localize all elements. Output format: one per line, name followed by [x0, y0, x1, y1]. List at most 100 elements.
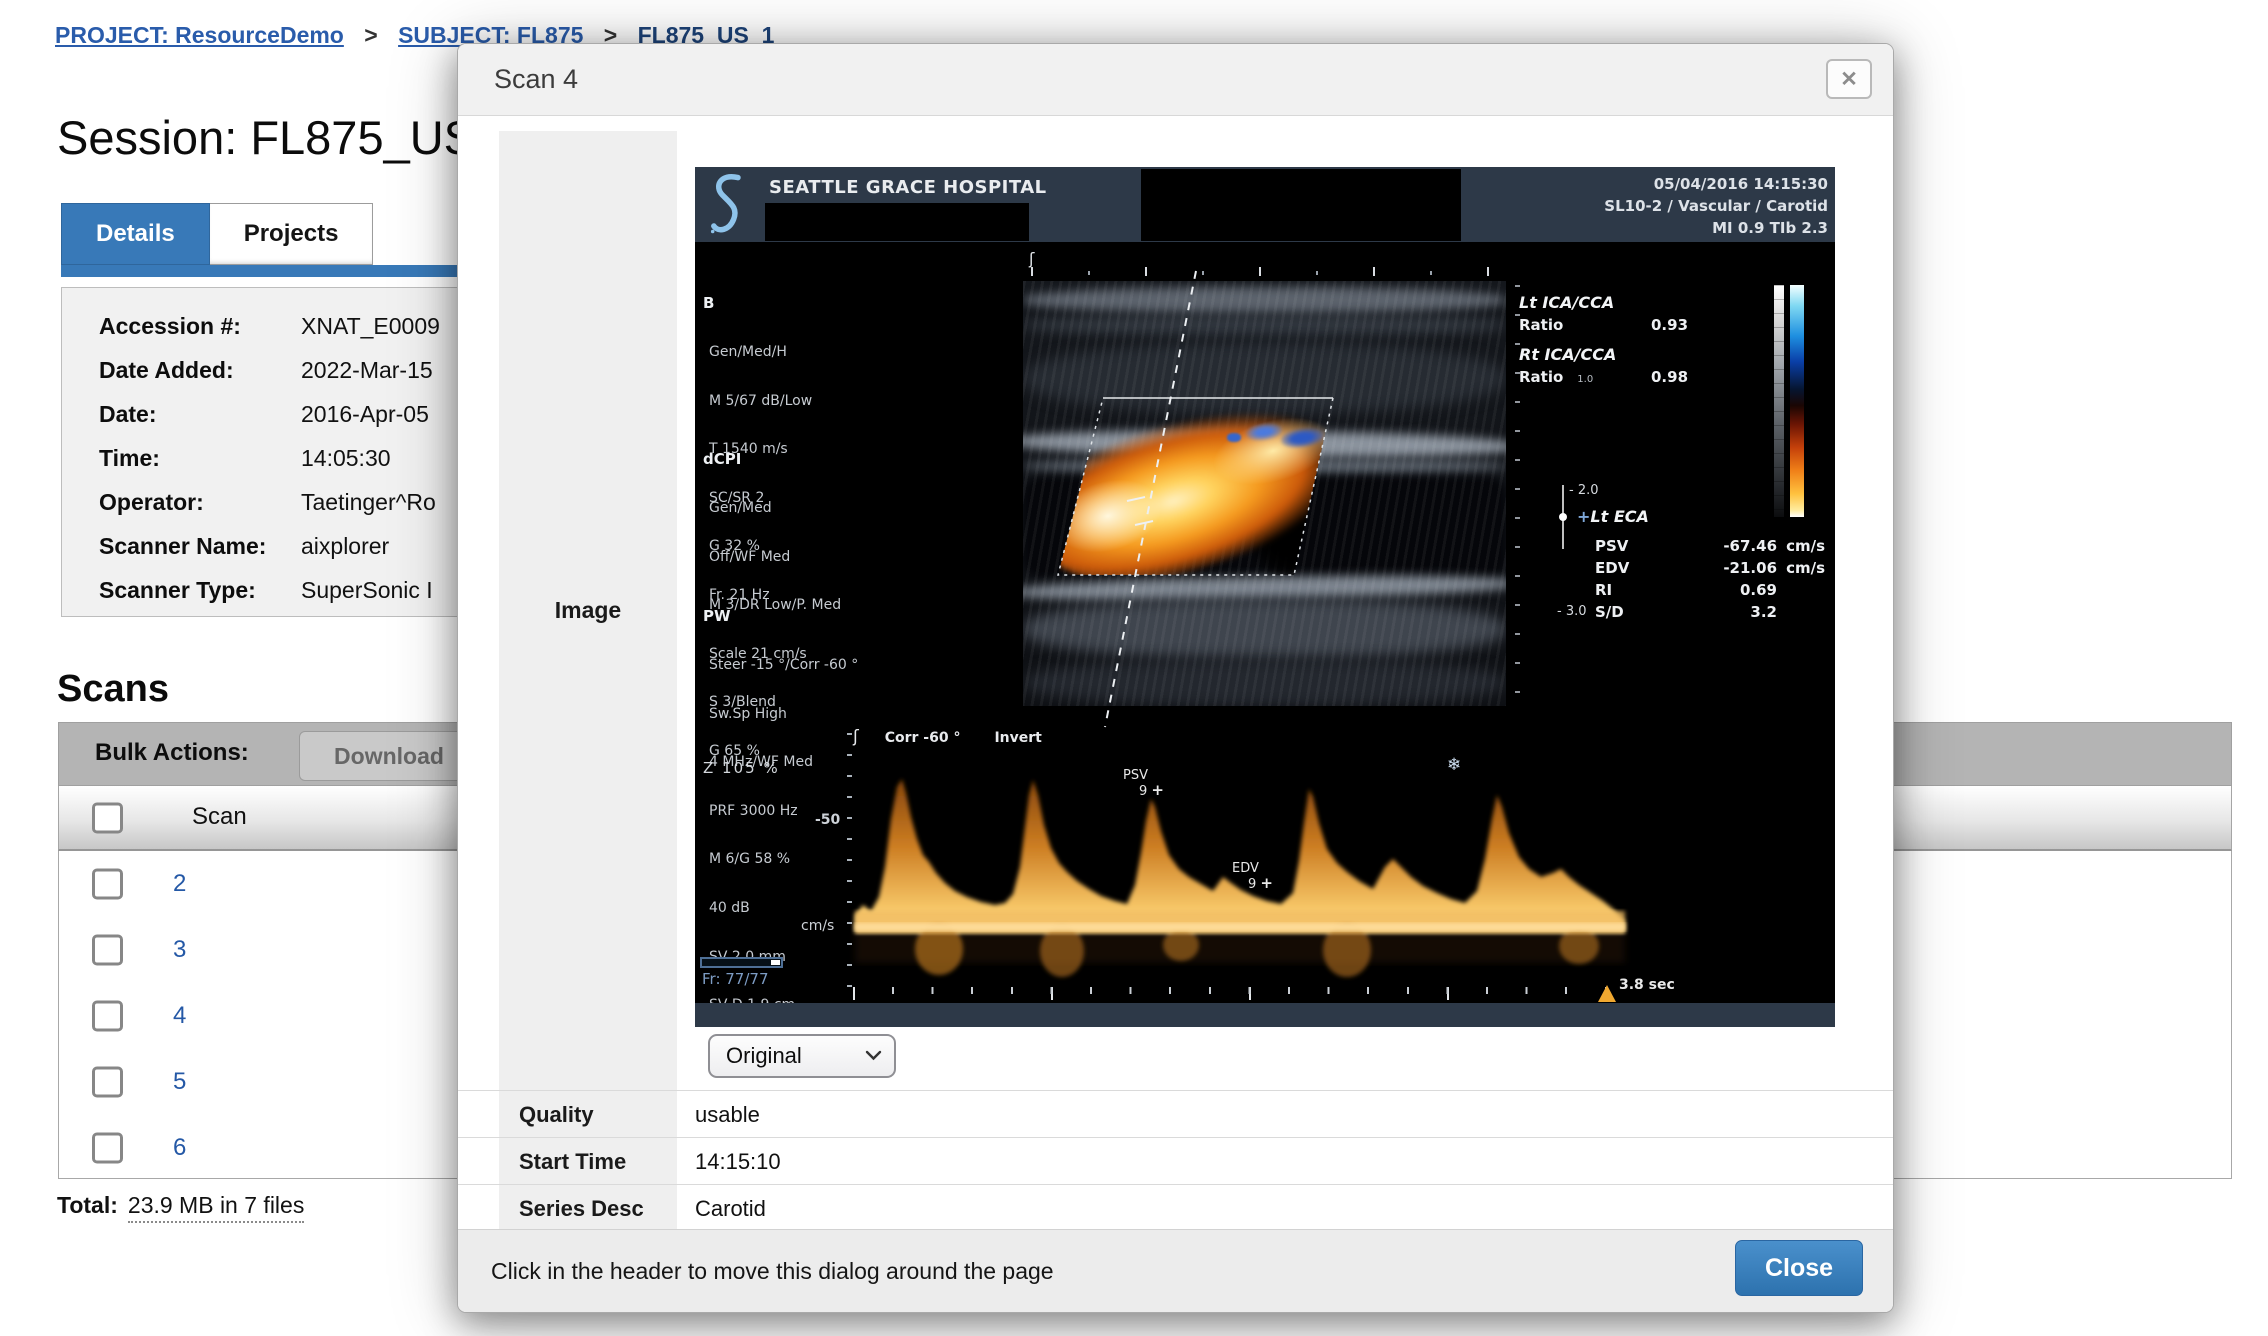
image-version-select[interactable]: Original	[708, 1034, 896, 1078]
patient-info-redaction	[765, 203, 1029, 241]
detail-label: Date:	[99, 401, 301, 428]
scan-link[interactable]: 4	[173, 1002, 186, 1030]
cursor-cross-icon: +	[1577, 507, 1590, 526]
velocity-axis-unit: cm/s	[801, 918, 834, 934]
patient-info-redaction	[1141, 169, 1461, 241]
image-version-value: Original	[726, 1043, 802, 1069]
gauge-depth-bottom: - 3.0	[1557, 604, 1587, 619]
orientation-marker-icon: ʃ	[853, 727, 859, 747]
scanner-logo-icon	[703, 171, 751, 237]
tab-strip: Details Projects	[61, 203, 373, 270]
close-button[interactable]: Close	[1735, 1240, 1863, 1296]
angle-correction-readout: ʃCorr -60 °Invert	[853, 727, 1042, 747]
dialog-header[interactable]: Scan 4 ✕	[458, 44, 1893, 116]
detail-label: Operator:	[99, 489, 301, 516]
frame-counter: Fr: 77/77	[702, 970, 769, 988]
dialog-footer: Click in the header to move this dialog …	[458, 1229, 1893, 1313]
psv-cursor-marker: PSV 9 +	[1123, 769, 1164, 799]
scan-checkbox[interactable]	[92, 1067, 123, 1098]
cursor-cross-icon: +	[1260, 874, 1273, 892]
field-value: Carotid	[695, 1185, 766, 1232]
field-value: 14:15:10	[695, 1138, 781, 1185]
orientation-marker-icon: ʃ	[1029, 249, 1034, 268]
series-desc-row: Series Desc Carotid	[458, 1184, 1893, 1232]
cursor-cross-icon: +	[1151, 781, 1164, 799]
scan-checkbox[interactable]	[92, 1133, 123, 1164]
bulk-actions-label: Bulk Actions:	[95, 739, 249, 767]
scan-link[interactable]: 2	[173, 870, 186, 898]
total-label: Total:	[57, 1192, 118, 1218]
scan-link[interactable]: 5	[173, 1068, 186, 1096]
rt-ratio-value: 0.98	[1651, 368, 1688, 386]
color-map-bar	[1790, 285, 1804, 517]
hospital-name: SEATTLE GRACE HOSPITAL	[769, 177, 1047, 198]
quality-row: Quality usable	[458, 1090, 1893, 1138]
detail-label: Date Added:	[99, 357, 301, 384]
detail-value: XNAT_E0009	[301, 313, 440, 339]
rt-ratio-label: Ratio	[1519, 368, 1563, 386]
detail-label: Accession #:	[99, 313, 301, 340]
time-cursor-icon	[1598, 985, 1616, 1002]
dialog-move-hint: Click in the header to move this dialog …	[491, 1258, 1054, 1285]
freeze-icon: ❄	[1447, 755, 1461, 775]
detail-value: aixplorer	[301, 533, 389, 559]
lateral-scale-minor-ticks	[1088, 271, 1508, 275]
lt-ratio-name: Lt ICA/CCA	[1519, 293, 1616, 312]
probe-preset: SL10-2 / Vascular / Carotid	[1604, 195, 1828, 217]
detail-value: 2022-Mar-15	[301, 357, 433, 383]
field-label: Series Desc	[499, 1185, 677, 1232]
scan-dialog: Scan 4 ✕ Image	[457, 43, 1894, 1313]
tab-details[interactable]: Details	[61, 203, 210, 265]
detail-label: Scanner Type:	[99, 577, 301, 604]
rt-ratio-name: Rt ICA/CCA	[1519, 345, 1616, 364]
download-button[interactable]: Download	[299, 731, 479, 781]
field-label: Start Time	[499, 1138, 677, 1185]
scan-link[interactable]: 6	[173, 1134, 186, 1162]
eca-measurement-rows: PSV-67.46cm/s EDV-21.06cm/s RI0.69 S/D3.…	[1595, 537, 1825, 625]
ultrasound-footer-bar	[695, 1003, 1835, 1027]
close-icon[interactable]: ✕	[1826, 59, 1872, 99]
tab-projects[interactable]: Projects	[210, 203, 374, 265]
cine-progress-bar[interactable]	[700, 957, 783, 968]
detail-value: 14:05:30	[301, 445, 391, 471]
detail-label: Time:	[99, 445, 301, 472]
rt-ratio-subscript: 1.0	[1577, 374, 1593, 385]
edv-cursor-marker: EDV 9 +	[1232, 862, 1273, 892]
field-label: Quality	[499, 1091, 677, 1138]
exam-datetime: 05/04/2016 14:15:30	[1604, 173, 1828, 195]
gauge-depth-top: - 2.0	[1569, 483, 1599, 498]
scans-heading: Scans	[57, 668, 169, 711]
breadcrumb-separator: >	[364, 22, 377, 48]
lt-ratio-label: Ratio	[1519, 316, 1563, 334]
total-value[interactable]: 23.9 MB in 7 files	[128, 1192, 304, 1223]
time-label: 3.8 sec	[1619, 977, 1675, 993]
ultrasound-image: SEATTLE GRACE HOSPITAL 05/04/2016 14:15:…	[695, 167, 1835, 1027]
scan-checkbox[interactable]	[92, 1001, 123, 1032]
ratio-measurements: Lt ICA/CCA Ratio0.93 Rt ICA/CCA Ratio1.0…	[1519, 293, 1616, 390]
breadcrumb-project-link[interactable]: PROJECT: ResourceDemo	[55, 22, 344, 48]
acoustic-indices: MI 0.9 TIb 2.3	[1604, 217, 1828, 239]
detail-value: 2016-Apr-05	[301, 401, 429, 427]
scan-checkbox[interactable]	[92, 869, 123, 900]
detail-label: Scanner Name:	[99, 533, 301, 560]
detail-value: Taetinger^Ro	[301, 489, 436, 515]
time-axis-minor-ticks	[892, 987, 1617, 994]
image-row-label: Image	[499, 131, 677, 1090]
start-time-row: Start Time 14:15:10	[458, 1137, 1893, 1185]
eca-measurement-title: +Lt ECA	[1577, 507, 1649, 526]
exam-info-block: 05/04/2016 14:15:30 SL10-2 / Vascular / …	[1604, 173, 1828, 239]
detail-value: SuperSonic I	[301, 577, 433, 603]
scan-checkbox[interactable]	[92, 935, 123, 966]
velocity-axis-ticks	[847, 733, 852, 1001]
dialog-title: Scan 4	[494, 64, 578, 95]
zoom-readout: Z 105 %	[703, 759, 780, 777]
velocity-axis-label: -50	[815, 812, 840, 828]
grayscale-map-bar	[1774, 285, 1784, 517]
select-all-checkbox[interactable]	[92, 802, 123, 833]
chevron-down-icon	[865, 1050, 882, 1061]
scan-column-header: Scan	[192, 803, 247, 831]
field-value: usable	[695, 1091, 760, 1138]
lt-ratio-value: 0.93	[1651, 316, 1688, 334]
total-files-line: Total:23.9 MB in 7 files	[57, 1192, 304, 1219]
scan-link[interactable]: 3	[173, 936, 186, 964]
